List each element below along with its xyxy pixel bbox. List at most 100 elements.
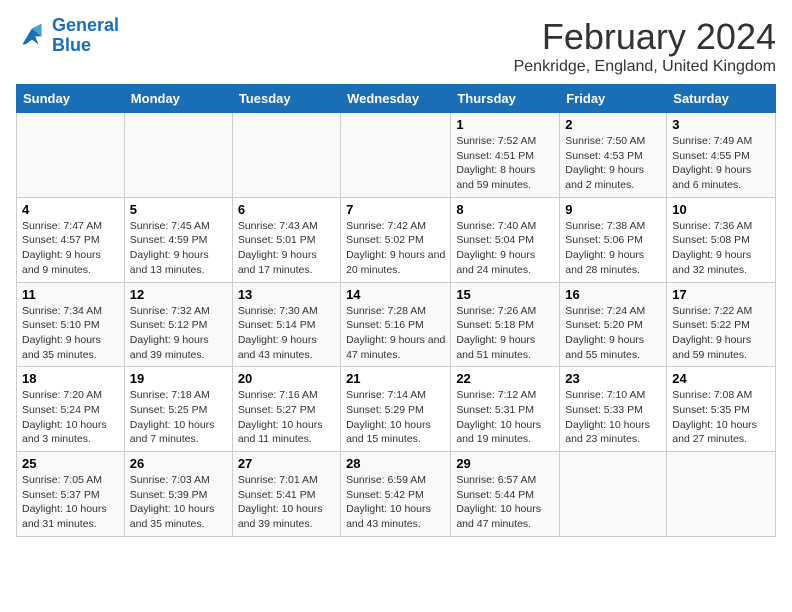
day-info: Sunrise: 7:16 AM Sunset: 5:27 PM Dayligh… [238, 388, 335, 447]
day-number: 2 [565, 117, 661, 132]
day-number: 8 [456, 202, 554, 217]
day-number: 7 [346, 202, 445, 217]
day-info: Sunrise: 7:08 AM Sunset: 5:35 PM Dayligh… [672, 388, 770, 447]
calendar-cell: 26 Sunrise: 7:03 AM Sunset: 5:39 PM Dayli… [124, 452, 232, 537]
calendar-cell [667, 452, 776, 537]
calendar-cell: 3 Sunrise: 7:49 AM Sunset: 4:55 PM Daylig… [667, 113, 776, 198]
main-title: February 2024 [514, 16, 776, 58]
day-number: 20 [238, 371, 335, 386]
day-info: Sunrise: 7:03 AM Sunset: 5:39 PM Dayligh… [130, 473, 227, 532]
day-number: 11 [22, 287, 119, 302]
calendar-cell: 13 Sunrise: 7:30 AM Sunset: 5:14 PM Dayli… [232, 282, 340, 367]
calendar-cell [341, 113, 451, 198]
calendar-cell [560, 452, 667, 537]
calendar-cell: 28 Sunrise: 6:59 AM Sunset: 5:42 PM Dayli… [341, 452, 451, 537]
day-info: Sunrise: 7:42 AM Sunset: 5:02 PM Dayligh… [346, 219, 445, 278]
calendar-cell: 17Sunrise: 7:22 AM Sunset: 5:22 PM Dayli… [667, 282, 776, 367]
day-info: Sunrise: 6:59 AM Sunset: 5:42 PM Dayligh… [346, 473, 445, 532]
column-header-saturday: Saturday [667, 85, 776, 113]
calendar-cell: 23Sunrise: 7:10 AM Sunset: 5:33 PM Dayli… [560, 367, 667, 452]
day-number: 10 [672, 202, 770, 217]
day-number: 27 [238, 456, 335, 471]
calendar-cell: 24 Sunrise: 7:08 AM Sunset: 5:35 PM Dayli… [667, 367, 776, 452]
day-info: Sunrise: 7:50 AM Sunset: 4:53 PM Dayligh… [565, 134, 661, 193]
calendar-cell: 12 Sunrise: 7:32 AM Sunset: 5:12 PM Dayli… [124, 282, 232, 367]
calendar-cell: 22 Sunrise: 7:12 AM Sunset: 5:31 PM Dayli… [451, 367, 560, 452]
day-number: 15 [456, 287, 554, 302]
calendar-cell: 14 Sunrise: 7:28 AM Sunset: 5:16 PM Dayli… [341, 282, 451, 367]
day-number: 3 [672, 117, 770, 132]
day-info: Sunrise: 7:26 AM Sunset: 5:18 PM Dayligh… [456, 304, 554, 363]
calendar-cell [17, 113, 125, 198]
day-number: 28 [346, 456, 445, 471]
calendar-cell: 25 Sunrise: 7:05 AM Sunset: 5:37 PM Dayli… [17, 452, 125, 537]
day-info: Sunrise: 7:18 AM Sunset: 5:25 PM Dayligh… [130, 388, 227, 447]
day-info: Sunrise: 7:24 AM Sunset: 5:20 PM Dayligh… [565, 304, 661, 363]
day-number: 13 [238, 287, 335, 302]
day-info: Sunrise: 7:01 AM Sunset: 5:41 PM Dayligh… [238, 473, 335, 532]
calendar-cell: 5 Sunrise: 7:45 AM Sunset: 4:59 PM Daylig… [124, 197, 232, 282]
day-info: Sunrise: 7:05 AM Sunset: 5:37 PM Dayligh… [22, 473, 119, 532]
logo-general: General [52, 15, 119, 35]
day-info: Sunrise: 7:12 AM Sunset: 5:31 PM Dayligh… [456, 388, 554, 447]
day-info: Sunrise: 7:34 AM Sunset: 5:10 PM Dayligh… [22, 304, 119, 363]
day-info: Sunrise: 6:57 AM Sunset: 5:44 PM Dayligh… [456, 473, 554, 532]
week-row-1: 1 Sunrise: 7:52 AM Sunset: 4:51 PM Daylig… [17, 113, 776, 198]
day-number: 19 [130, 371, 227, 386]
page-header: General Blue February 2024 Penkridge, En… [16, 16, 776, 76]
calendar-cell: 1 Sunrise: 7:52 AM Sunset: 4:51 PM Daylig… [451, 113, 560, 198]
day-info: Sunrise: 7:30 AM Sunset: 5:14 PM Dayligh… [238, 304, 335, 363]
day-number: 16 [565, 287, 661, 302]
day-info: Sunrise: 7:45 AM Sunset: 4:59 PM Dayligh… [130, 219, 227, 278]
calendar-cell: 19 Sunrise: 7:18 AM Sunset: 5:25 PM Dayli… [124, 367, 232, 452]
subtitle: Penkridge, England, United Kingdom [514, 58, 776, 76]
week-row-5: 25 Sunrise: 7:05 AM Sunset: 5:37 PM Dayli… [17, 452, 776, 537]
day-number: 4 [22, 202, 119, 217]
day-number: 18 [22, 371, 119, 386]
calendar-cell: 4 Sunrise: 7:47 AM Sunset: 4:57 PM Daylig… [17, 197, 125, 282]
day-number: 26 [130, 456, 227, 471]
day-info: Sunrise: 7:43 AM Sunset: 5:01 PM Dayligh… [238, 219, 335, 278]
calendar-table: SundayMondayTuesdayWednesdayThursdayFrid… [16, 84, 776, 537]
day-info: Sunrise: 7:52 AM Sunset: 4:51 PM Dayligh… [456, 134, 554, 193]
calendar-cell: 27 Sunrise: 7:01 AM Sunset: 5:41 PM Dayli… [232, 452, 340, 537]
day-number: 6 [238, 202, 335, 217]
day-number: 29 [456, 456, 554, 471]
day-number: 25 [22, 456, 119, 471]
logo: General Blue [16, 16, 119, 56]
column-header-thursday: Thursday [451, 85, 560, 113]
day-number: 22 [456, 371, 554, 386]
day-number: 14 [346, 287, 445, 302]
day-number: 5 [130, 202, 227, 217]
day-number: 23 [565, 371, 661, 386]
day-info: Sunrise: 7:49 AM Sunset: 4:55 PM Dayligh… [672, 134, 770, 193]
day-number: 21 [346, 371, 445, 386]
week-row-2: 4 Sunrise: 7:47 AM Sunset: 4:57 PM Daylig… [17, 197, 776, 282]
day-info: Sunrise: 7:40 AM Sunset: 5:04 PM Dayligh… [456, 219, 554, 278]
day-info: Sunrise: 7:36 AM Sunset: 5:08 PM Dayligh… [672, 219, 770, 278]
day-number: 24 [672, 371, 770, 386]
day-number: 17 [672, 287, 770, 302]
calendar-cell: 8 Sunrise: 7:40 AM Sunset: 5:04 PM Daylig… [451, 197, 560, 282]
logo-text: General Blue [52, 16, 119, 56]
title-block: February 2024 Penkridge, England, United… [514, 16, 776, 76]
day-info: Sunrise: 7:28 AM Sunset: 5:16 PM Dayligh… [346, 304, 445, 363]
week-row-3: 11 Sunrise: 7:34 AM Sunset: 5:10 PM Dayli… [17, 282, 776, 367]
calendar-cell: 20 Sunrise: 7:16 AM Sunset: 5:27 PM Dayli… [232, 367, 340, 452]
day-number: 12 [130, 287, 227, 302]
column-header-tuesday: Tuesday [232, 85, 340, 113]
day-info: Sunrise: 7:14 AM Sunset: 5:29 PM Dayligh… [346, 388, 445, 447]
logo-blue: Blue [52, 35, 91, 55]
day-info: Sunrise: 7:20 AM Sunset: 5:24 PM Dayligh… [22, 388, 119, 447]
day-number: 1 [456, 117, 554, 132]
day-info: Sunrise: 7:32 AM Sunset: 5:12 PM Dayligh… [130, 304, 227, 363]
day-info: Sunrise: 7:47 AM Sunset: 4:57 PM Dayligh… [22, 219, 119, 278]
calendar-cell [124, 113, 232, 198]
calendar-cell: 9Sunrise: 7:38 AM Sunset: 5:06 PM Daylig… [560, 197, 667, 282]
column-header-friday: Friday [560, 85, 667, 113]
column-header-wednesday: Wednesday [341, 85, 451, 113]
calendar-cell: 29 Sunrise: 6:57 AM Sunset: 5:44 PM Dayli… [451, 452, 560, 537]
calendar-cell: 21 Sunrise: 7:14 AM Sunset: 5:29 PM Dayli… [341, 367, 451, 452]
calendar-cell: 18 Sunrise: 7:20 AM Sunset: 5:24 PM Dayli… [17, 367, 125, 452]
logo-icon [16, 22, 48, 50]
